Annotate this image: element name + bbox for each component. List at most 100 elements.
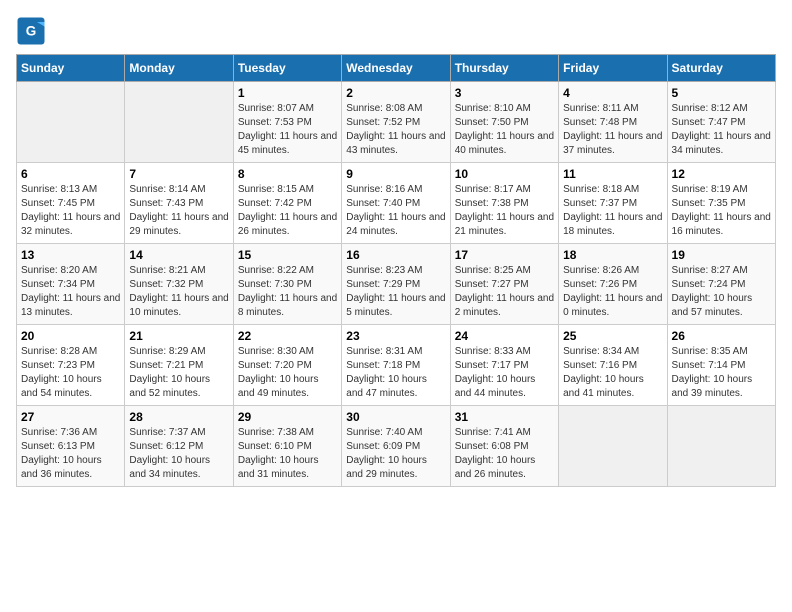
calendar-cell: 26 Sunrise: 8:35 AM Sunset: 7:14 PM Dayli… xyxy=(667,325,775,406)
day-number: 21 xyxy=(129,329,228,343)
day-number: 16 xyxy=(346,248,445,262)
day-info: Sunrise: 8:29 AM Sunset: 7:21 PM Dayligh… xyxy=(129,345,228,401)
calendar-cell xyxy=(17,82,125,163)
day-info: Sunrise: 8:34 AM Sunset: 7:16 PM Dayligh… xyxy=(563,345,662,401)
calendar-cell xyxy=(559,406,667,487)
calendar-cell: 18 Sunrise: 8:26 AM Sunset: 7:26 PM Dayli… xyxy=(559,244,667,325)
day-number: 24 xyxy=(455,329,554,343)
page-header: G xyxy=(16,16,776,46)
calendar-cell: 12 Sunrise: 8:19 AM Sunset: 7:35 PM Dayli… xyxy=(667,163,775,244)
day-info: Sunrise: 8:11 AM Sunset: 7:48 PM Dayligh… xyxy=(563,102,662,158)
calendar-week-2: 6 Sunrise: 8:13 AM Sunset: 7:45 PM Daylig… xyxy=(17,163,776,244)
day-info: Sunrise: 7:41 AM Sunset: 6:08 PM Dayligh… xyxy=(455,426,554,482)
dow-header-thursday: Thursday xyxy=(450,55,558,82)
day-info: Sunrise: 7:37 AM Sunset: 6:12 PM Dayligh… xyxy=(129,426,228,482)
day-number: 12 xyxy=(672,167,771,181)
calendar-cell: 17 Sunrise: 8:25 AM Sunset: 7:27 PM Dayli… xyxy=(450,244,558,325)
day-number: 5 xyxy=(672,86,771,100)
day-number: 31 xyxy=(455,410,554,424)
day-info: Sunrise: 8:13 AM Sunset: 7:45 PM Dayligh… xyxy=(21,183,120,239)
day-number: 10 xyxy=(455,167,554,181)
day-number: 4 xyxy=(563,86,662,100)
calendar-cell: 9 Sunrise: 8:16 AM Sunset: 7:40 PM Daylig… xyxy=(342,163,450,244)
day-number: 27 xyxy=(21,410,120,424)
logo: G xyxy=(16,16,50,46)
day-info: Sunrise: 8:15 AM Sunset: 7:42 PM Dayligh… xyxy=(238,183,337,239)
calendar-cell: 30 Sunrise: 7:40 AM Sunset: 6:09 PM Dayli… xyxy=(342,406,450,487)
day-info: Sunrise: 8:21 AM Sunset: 7:32 PM Dayligh… xyxy=(129,264,228,320)
day-info: Sunrise: 8:10 AM Sunset: 7:50 PM Dayligh… xyxy=(455,102,554,158)
calendar-week-5: 27 Sunrise: 7:36 AM Sunset: 6:13 PM Dayli… xyxy=(17,406,776,487)
day-info: Sunrise: 8:26 AM Sunset: 7:26 PM Dayligh… xyxy=(563,264,662,320)
calendar-cell: 28 Sunrise: 7:37 AM Sunset: 6:12 PM Dayli… xyxy=(125,406,233,487)
calendar-cell: 27 Sunrise: 7:36 AM Sunset: 6:13 PM Dayli… xyxy=(17,406,125,487)
day-number: 6 xyxy=(21,167,120,181)
day-number: 18 xyxy=(563,248,662,262)
days-of-week-row: SundayMondayTuesdayWednesdayThursdayFrid… xyxy=(17,55,776,82)
day-info: Sunrise: 8:28 AM Sunset: 7:23 PM Dayligh… xyxy=(21,345,120,401)
day-number: 22 xyxy=(238,329,337,343)
calendar-cell: 15 Sunrise: 8:22 AM Sunset: 7:30 PM Dayli… xyxy=(233,244,341,325)
dow-header-monday: Monday xyxy=(125,55,233,82)
day-info: Sunrise: 8:30 AM Sunset: 7:20 PM Dayligh… xyxy=(238,345,337,401)
calendar-week-3: 13Sunrise: 8:20 AM Sunset: 7:34 PM Dayli… xyxy=(17,244,776,325)
day-info: Sunrise: 8:19 AM Sunset: 7:35 PM Dayligh… xyxy=(672,183,771,239)
day-number: 17 xyxy=(455,248,554,262)
calendar-cell: 31 Sunrise: 7:41 AM Sunset: 6:08 PM Dayli… xyxy=(450,406,558,487)
day-info: Sunrise: 8:17 AM Sunset: 7:38 PM Dayligh… xyxy=(455,183,554,239)
day-number: 8 xyxy=(238,167,337,181)
day-info: Sunrise: 8:07 AM Sunset: 7:53 PM Dayligh… xyxy=(238,102,337,158)
calendar-cell: 3Sunrise: 8:10 AM Sunset: 7:50 PM Daylig… xyxy=(450,82,558,163)
day-info: Sunrise: 8:12 AM Sunset: 7:47 PM Dayligh… xyxy=(672,102,771,158)
day-number: 7 xyxy=(129,167,228,181)
calendar-cell xyxy=(125,82,233,163)
calendar-body: 1 Sunrise: 8:07 AM Sunset: 7:53 PM Daylig… xyxy=(17,82,776,487)
calendar-cell: 21 Sunrise: 8:29 AM Sunset: 7:21 PM Dayli… xyxy=(125,325,233,406)
day-number: 1 xyxy=(238,86,337,100)
day-number: 15 xyxy=(238,248,337,262)
calendar-cell: 8 Sunrise: 8:15 AM Sunset: 7:42 PM Daylig… xyxy=(233,163,341,244)
calendar-cell: 14 Sunrise: 8:21 AM Sunset: 7:32 PM Dayli… xyxy=(125,244,233,325)
day-info: Sunrise: 7:36 AM Sunset: 6:13 PM Dayligh… xyxy=(21,426,120,482)
svg-text:G: G xyxy=(26,24,37,39)
day-info: Sunrise: 7:40 AM Sunset: 6:09 PM Dayligh… xyxy=(346,426,445,482)
calendar-week-1: 1 Sunrise: 8:07 AM Sunset: 7:53 PM Daylig… xyxy=(17,82,776,163)
dow-header-friday: Friday xyxy=(559,55,667,82)
day-number: 14 xyxy=(129,248,228,262)
calendar-cell: 6 Sunrise: 8:13 AM Sunset: 7:45 PM Daylig… xyxy=(17,163,125,244)
day-number: 28 xyxy=(129,410,228,424)
calendar-cell: 20Sunrise: 8:28 AM Sunset: 7:23 PM Dayli… xyxy=(17,325,125,406)
calendar-cell: 24 Sunrise: 8:33 AM Sunset: 7:17 PM Dayli… xyxy=(450,325,558,406)
day-number: 19 xyxy=(672,248,771,262)
day-info: Sunrise: 8:16 AM Sunset: 7:40 PM Dayligh… xyxy=(346,183,445,239)
calendar-cell: 16Sunrise: 8:23 AM Sunset: 7:29 PM Dayli… xyxy=(342,244,450,325)
calendar-cell: 19 Sunrise: 8:27 AM Sunset: 7:24 PM Dayli… xyxy=(667,244,775,325)
calendar-cell: 4 Sunrise: 8:11 AM Sunset: 7:48 PM Daylig… xyxy=(559,82,667,163)
day-info: Sunrise: 8:35 AM Sunset: 7:14 PM Dayligh… xyxy=(672,345,771,401)
calendar-cell: 7 Sunrise: 8:14 AM Sunset: 7:43 PM Daylig… xyxy=(125,163,233,244)
day-info: Sunrise: 8:14 AM Sunset: 7:43 PM Dayligh… xyxy=(129,183,228,239)
day-info: Sunrise: 8:33 AM Sunset: 7:17 PM Dayligh… xyxy=(455,345,554,401)
calendar-cell: 5 Sunrise: 8:12 AM Sunset: 7:47 PM Daylig… xyxy=(667,82,775,163)
calendar-cell: 11Sunrise: 8:18 AM Sunset: 7:37 PM Dayli… xyxy=(559,163,667,244)
day-number: 9 xyxy=(346,167,445,181)
calendar-cell: 1 Sunrise: 8:07 AM Sunset: 7:53 PM Daylig… xyxy=(233,82,341,163)
calendar-cell: 10 Sunrise: 8:17 AM Sunset: 7:38 PM Dayli… xyxy=(450,163,558,244)
dow-header-wednesday: Wednesday xyxy=(342,55,450,82)
day-info: Sunrise: 8:25 AM Sunset: 7:27 PM Dayligh… xyxy=(455,264,554,320)
day-number: 30 xyxy=(346,410,445,424)
calendar-cell xyxy=(667,406,775,487)
day-number: 29 xyxy=(238,410,337,424)
day-number: 2 xyxy=(346,86,445,100)
dow-header-tuesday: Tuesday xyxy=(233,55,341,82)
calendar-table: SundayMondayTuesdayWednesdayThursdayFrid… xyxy=(16,54,776,487)
day-number: 25 xyxy=(563,329,662,343)
day-number: 26 xyxy=(672,329,771,343)
day-number: 11 xyxy=(563,167,662,181)
day-number: 23 xyxy=(346,329,445,343)
calendar-cell: 22 Sunrise: 8:30 AM Sunset: 7:20 PM Dayli… xyxy=(233,325,341,406)
day-info: Sunrise: 8:27 AM Sunset: 7:24 PM Dayligh… xyxy=(672,264,771,320)
day-info: Sunrise: 8:22 AM Sunset: 7:30 PM Dayligh… xyxy=(238,264,337,320)
day-number: 13 xyxy=(21,248,120,262)
day-info: Sunrise: 8:31 AM Sunset: 7:18 PM Dayligh… xyxy=(346,345,445,401)
